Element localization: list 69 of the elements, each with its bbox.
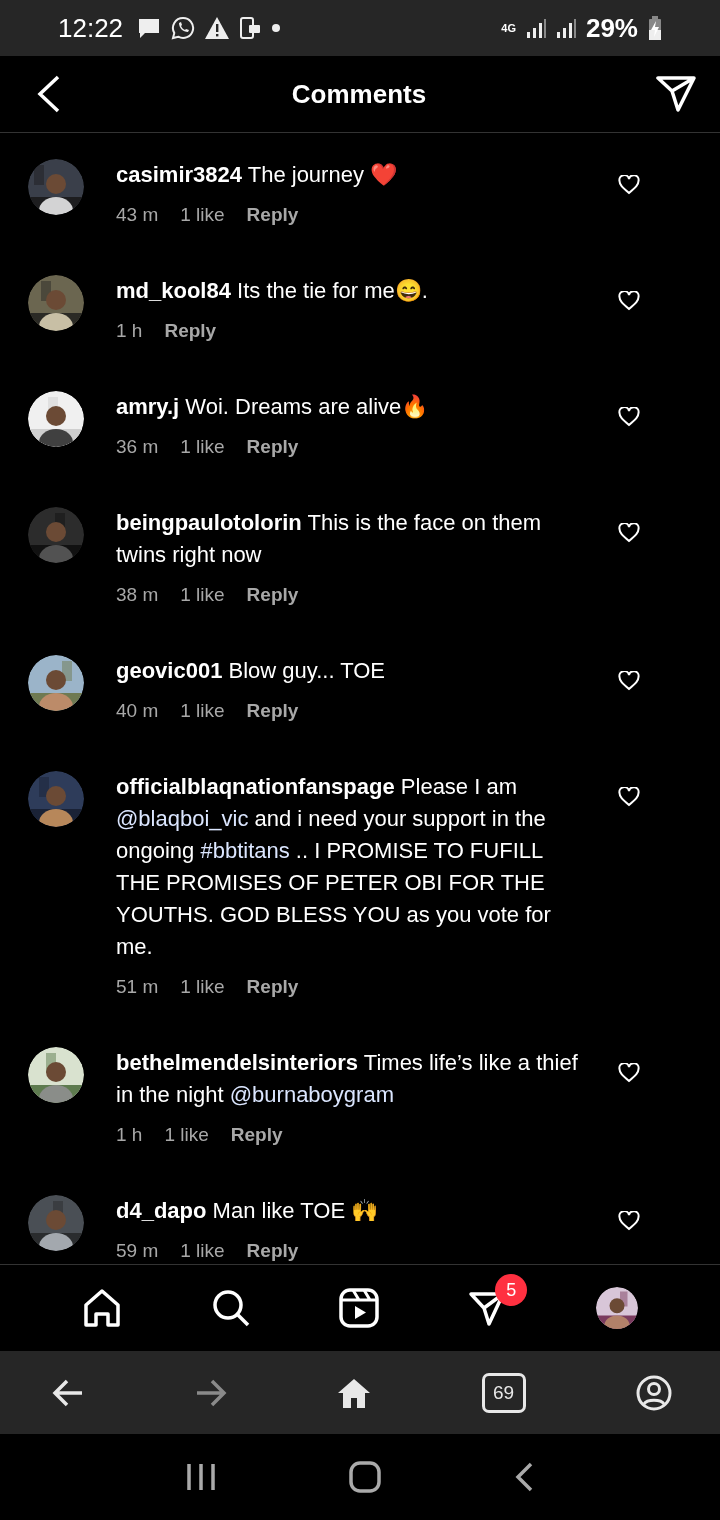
forward-arrow-icon[interactable] xyxy=(194,1378,227,1407)
profile-avatar[interactable] xyxy=(595,1287,638,1329)
account-icon[interactable] xyxy=(636,1374,672,1411)
heart-icon[interactable] xyxy=(618,671,640,691)
battery-charging-icon xyxy=(648,16,662,40)
back-arrow-icon[interactable] xyxy=(52,1378,84,1407)
status-time: 12:22 xyxy=(58,12,124,44)
link[interactable]: @blaqboi_vic xyxy=(116,806,249,831)
search-icon[interactable] xyxy=(210,1288,251,1328)
comment-time: 36 m xyxy=(116,435,159,459)
like-count[interactable]: 1 like xyxy=(180,203,225,227)
warning-icon xyxy=(205,17,230,39)
comment-time: 59 m xyxy=(116,1239,159,1263)
signal-icon xyxy=(525,18,546,38)
share-button[interactable] xyxy=(656,76,696,112)
page-title: Comments xyxy=(291,78,427,110)
like-count[interactable]: 1 like xyxy=(180,1239,225,1263)
home-icon[interactable] xyxy=(337,1377,371,1408)
home-button-icon[interactable] xyxy=(349,1460,381,1493)
reply-button[interactable]: Reply xyxy=(246,435,299,459)
reply-button[interactable]: Reply xyxy=(246,1239,299,1263)
reply-button[interactable]: Reply xyxy=(164,319,217,343)
comment-time: 38 m xyxy=(116,583,159,607)
comment-time: 40 m xyxy=(116,699,159,723)
comment-text: md_kool84 Its the tie for me😄. xyxy=(116,277,429,305)
reels-icon[interactable] xyxy=(338,1288,379,1328)
heart-icon[interactable] xyxy=(618,407,640,427)
reply-button[interactable]: Reply xyxy=(246,203,299,227)
comment-text: d4_dapo Man like TOE 🙌 xyxy=(116,1197,380,1225)
message-icon xyxy=(137,16,162,40)
heart-icon[interactable] xyxy=(618,1211,640,1231)
notification-badge: 5 xyxy=(495,1274,528,1306)
network-type: 4G xyxy=(501,22,516,34)
comment-text: amry.j Woi. Dreams are alive🔥 xyxy=(116,393,430,421)
like-count[interactable]: 1 like xyxy=(180,975,225,999)
heart-icon[interactable] xyxy=(618,1063,640,1083)
dot-icon xyxy=(271,23,282,33)
tabs-button[interactable]: 69 xyxy=(481,1372,526,1413)
comment-time: 1 h xyxy=(116,1123,143,1147)
reply-button[interactable]: Reply xyxy=(246,975,299,999)
phone-camera-icon xyxy=(239,17,262,39)
comment-text: casimir3824 The journey ❤ xyxy=(116,161,398,189)
comment-time: 51 m xyxy=(116,975,159,999)
comment-text: bethelmendelsinteriors Times life’s like a thief in the night @burnaboygram xyxy=(116,1049,578,1109)
comment-time: 1 h xyxy=(116,319,143,343)
reply-button[interactable]: Reply xyxy=(230,1123,283,1147)
battery-percent: 29% xyxy=(585,12,638,44)
like-count[interactable]: 1 like xyxy=(180,435,225,459)
like-count[interactable]: 1 like xyxy=(164,1123,209,1147)
heart-icon[interactable] xyxy=(618,523,640,543)
comment-text: officialblaqnationfanspage Please I am @blaqboi_vic and i need your support in the ongoing #bbtitans .. I PROMISE TO FUFILL THE PROMISES OF PETER OBI FOR THE YOUTHS. GOD BLESS YOU as you vote for me. xyxy=(116,773,552,961)
like-count[interactable]: 1 like xyxy=(180,583,225,607)
heart-icon[interactable] xyxy=(618,175,640,195)
signal-icon xyxy=(555,18,576,38)
whatsapp-icon xyxy=(171,16,196,40)
reply-button[interactable]: Reply xyxy=(246,583,299,607)
comment-time: 43 m xyxy=(116,203,159,227)
back-icon[interactable] xyxy=(513,1461,534,1492)
comment-text: geovic001 Blow guy... TOE xyxy=(116,657,387,685)
link[interactable]: #bbtitans xyxy=(200,838,290,863)
comment-text: beingpaulotolorin This is the face on them twins right now xyxy=(116,509,543,569)
link[interactable]: @burnaboygram xyxy=(229,1082,394,1107)
home-icon[interactable] xyxy=(82,1288,123,1328)
like-count[interactable]: 1 like xyxy=(180,699,225,723)
recent-apps-icon[interactable] xyxy=(186,1461,217,1492)
back-button[interactable] xyxy=(36,75,62,113)
heart-icon[interactable] xyxy=(618,291,640,311)
reply-button[interactable]: Reply xyxy=(246,699,299,723)
heart-icon[interactable] xyxy=(618,787,640,807)
